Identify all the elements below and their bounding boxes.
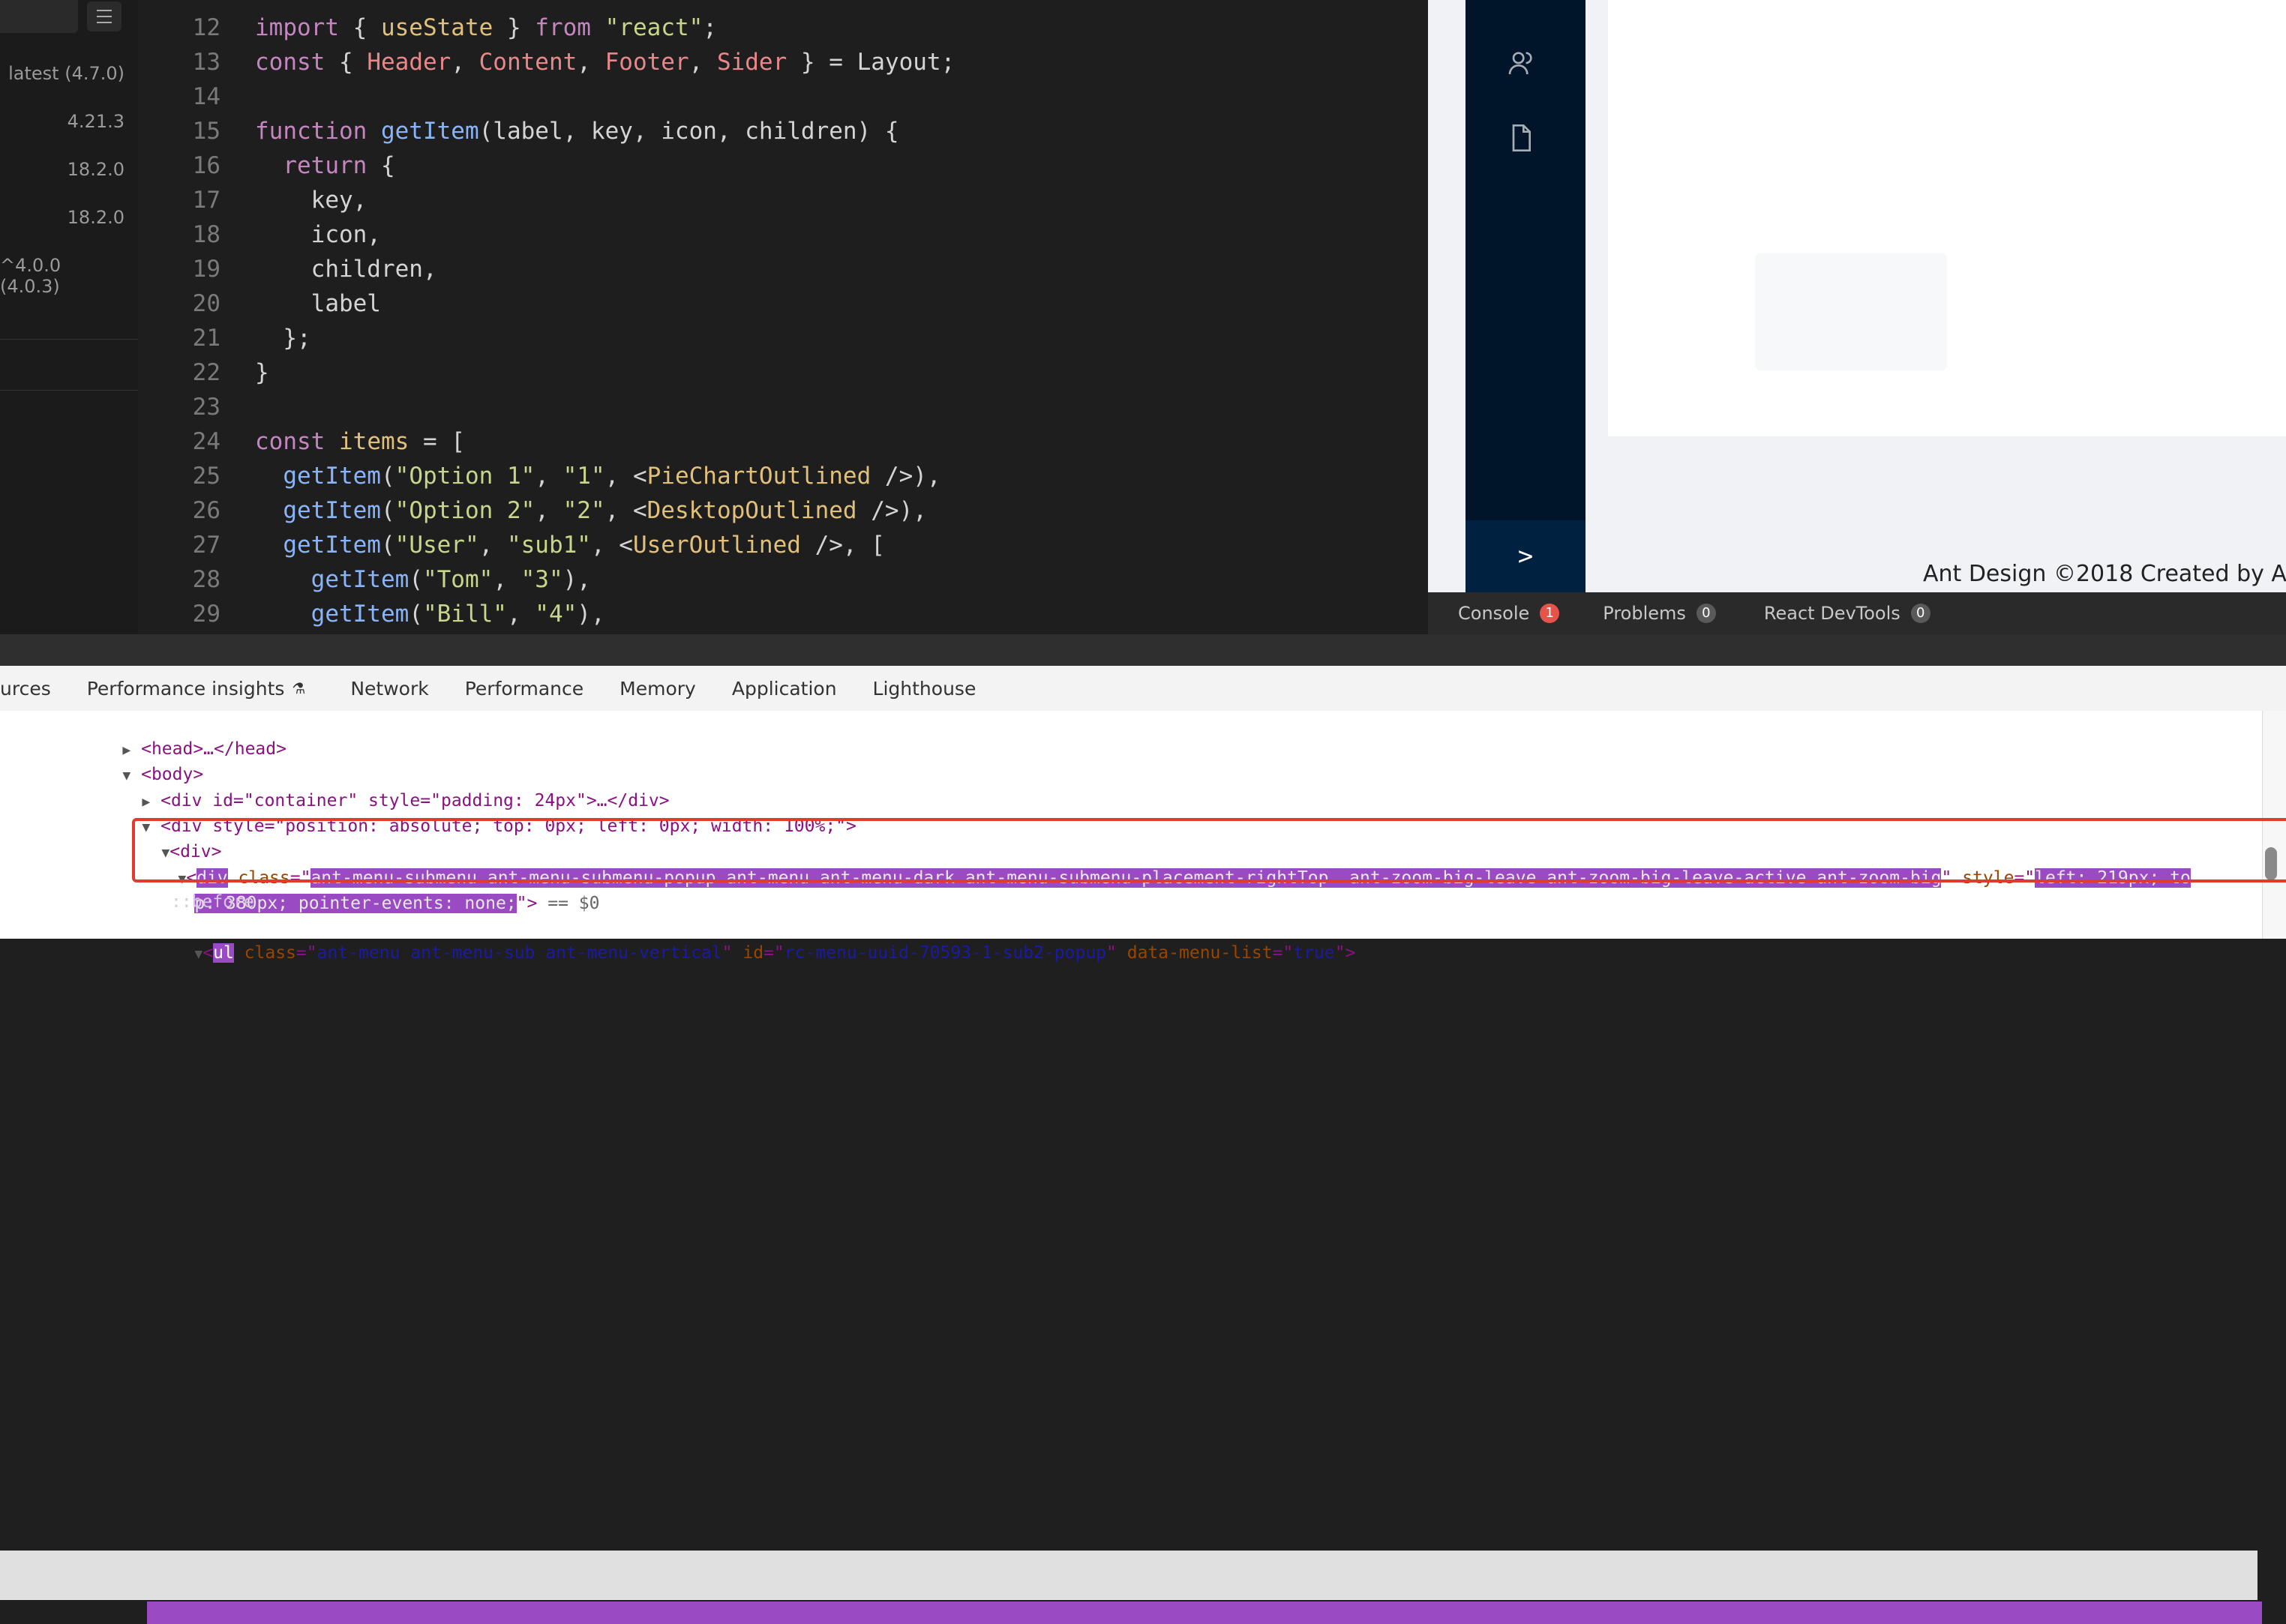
dom-node-body[interactable]: ▼ <body> <box>81 736 203 784</box>
tab-application[interactable]: Application <box>732 678 837 700</box>
tab-sources[interactable]: urces <box>0 678 51 700</box>
dependency-version: 18.2.0 <box>67 207 124 228</box>
code-line: label <box>255 290 381 317</box>
dependency-version: 18.2.0 <box>67 159 124 180</box>
pseudo-before[interactable]: ::before <box>171 891 254 913</box>
line-number: 23 <box>192 394 220 421</box>
code-line: getItem("Bill", "4"), <box>310 601 605 628</box>
dependency-version: latest (4.7.0) <box>8 63 124 84</box>
line-number: 19 <box>192 256 220 283</box>
tab-network[interactable]: Network <box>350 678 428 700</box>
line-number: 22 <box>192 359 220 386</box>
count-badge: 0 <box>1696 604 1716 623</box>
line-number: 16 <box>192 152 220 179</box>
code-line: getItem("Tom", "3"), <box>310 566 591 593</box>
highlight-annotation-box <box>132 818 2286 882</box>
menu-icon[interactable] <box>87 1 122 31</box>
line-number: 15 <box>192 118 220 145</box>
devtools-tabs: urces Performance insights ⚗ Network Per… <box>0 666 2286 712</box>
count-badge: 0 <box>1910 604 1930 623</box>
code-line: children, <box>255 256 437 283</box>
collapse-arrow-icon[interactable]: ▼ <box>194 946 202 962</box>
tab-problems[interactable]: Problems 0 <box>1603 603 1716 624</box>
console-bar: Console 1 Problems 0 React DevTools 0 <box>1428 592 2286 634</box>
dom-node-head[interactable]: ▶ <head>…</head> <box>81 711 286 759</box>
sidebar-divider <box>0 390 138 391</box>
code-line: const { Header, Content, Footer, Sider }… <box>255 49 956 76</box>
dom-node-ul[interactable]: ▼<ul class="ant-menu ant-menu-sub ant-me… <box>153 915 1355 963</box>
code-line: key, <box>255 187 368 214</box>
file-icon[interactable] <box>1506 123 1536 153</box>
line-number: 20 <box>192 290 220 317</box>
code-line: getItem("User", "sub1", <UserOutlined />… <box>283 532 885 559</box>
sidebar-search-box[interactable] <box>0 0 78 33</box>
tab-label: Problems <box>1603 603 1686 624</box>
code-line: return { <box>283 152 395 179</box>
line-number: 21 <box>192 325 220 352</box>
fading-submenu-popup <box>1755 253 1947 370</box>
dom-node-absolute-div[interactable]: ▼ <div style="position: absolute; top: 0… <box>100 788 856 836</box>
preview-sider <box>1466 0 1586 592</box>
line-gutter: 12 13 14 15 16 17 18 19 20 21 22 23 24 2… <box>138 0 220 634</box>
tab-label: Console <box>1458 603 1530 624</box>
line-number: 29 <box>192 601 220 628</box>
tab-label: React DevTools <box>1763 603 1900 624</box>
code-line: function getItem(label, key, icon, child… <box>255 118 899 145</box>
sider-collapse-trigger[interactable]: > <box>1466 520 1586 592</box>
code-line: }; <box>255 325 311 352</box>
sidebar-divider <box>0 339 138 340</box>
code-line: getItem("Option 1", "1", <PieChartOutlin… <box>283 463 941 490</box>
dependency-sidebar: latest (4.7.0) 4.21.3 18.2.0 18.2.0 ^4.0… <box>0 0 139 634</box>
code-editor[interactable]: 12 13 14 15 16 17 18 19 20 21 22 23 24 2… <box>138 0 1428 634</box>
code-line: getItem("Option 2", "2", <DesktopOutline… <box>283 497 927 524</box>
line-number: 24 <box>192 428 220 455</box>
preview-content <box>1608 0 2286 436</box>
code-line: icon, <box>255 221 381 248</box>
tab-react-devtools[interactable]: React DevTools 0 <box>1764 603 1930 624</box>
tab-lighthouse[interactable]: Lighthouse <box>873 678 976 700</box>
dom-node-container[interactable]: ▶ <div id="container" style="padding: 24… <box>100 763 669 811</box>
code-line: import { useState } from "react"; <box>255 14 717 41</box>
code-line: } <box>255 359 269 386</box>
line-number: 18 <box>192 221 220 248</box>
line-number: 14 <box>192 83 220 110</box>
line-number: 25 <box>192 463 220 490</box>
app-preview: > Ant Design ©2018 Created by Ant UE <box>1428 0 2286 592</box>
line-number: 12 <box>192 14 220 41</box>
tab-performance-insights[interactable]: Performance insights <box>87 678 285 700</box>
panel-divider[interactable] <box>0 634 2286 666</box>
tab-performance[interactable]: Performance <box>465 678 584 700</box>
line-number: 28 <box>192 566 220 593</box>
selected-node-bg <box>0 1551 2258 1600</box>
before-highlight <box>147 1602 2262 1624</box>
line-number: 27 <box>192 532 220 559</box>
tab-memory[interactable]: Memory <box>620 678 696 700</box>
flask-icon: ⚗ <box>292 679 306 697</box>
tab-console[interactable]: Console 1 <box>1458 603 1560 624</box>
line-number: 17 <box>192 187 220 214</box>
preview-footer: Ant Design ©2018 Created by Ant UE <box>1923 561 2286 587</box>
count-badge: 1 <box>1540 604 1560 623</box>
code-line: const items = [ <box>255 428 465 455</box>
team-icon[interactable] <box>1506 48 1536 78</box>
dependency-version: ^4.0.0 (4.0.3) <box>0 255 62 297</box>
dependency-version: 4.21.3 <box>67 111 124 132</box>
line-number: 26 <box>192 497 220 524</box>
line-number: 13 <box>192 49 220 76</box>
